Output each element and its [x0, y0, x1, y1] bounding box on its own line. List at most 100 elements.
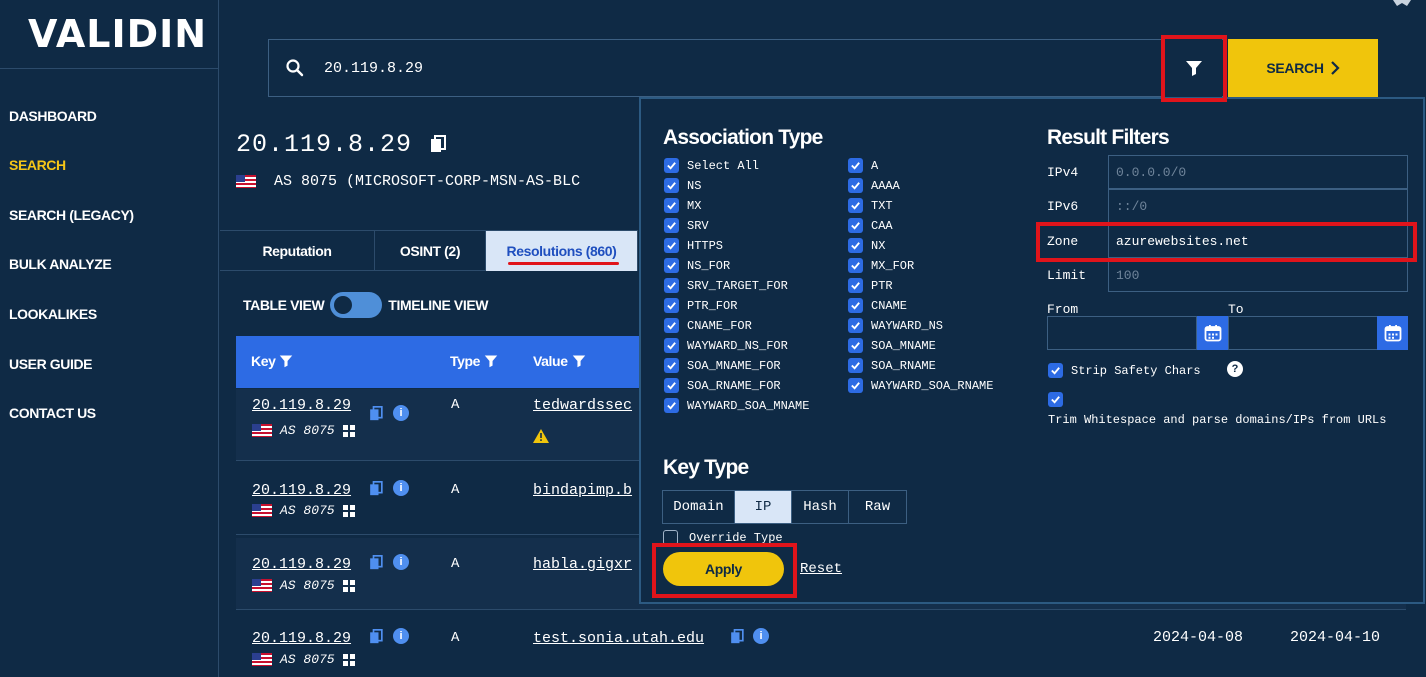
- copy-icon[interactable]: [369, 555, 383, 570]
- sidebar-item-dashboard[interactable]: DASHBOARD: [9, 108, 97, 124]
- assoc-checkbox-label: NX: [871, 238, 886, 253]
- assoc-checkbox-aaaa[interactable]: AAAA: [848, 178, 900, 193]
- copy-icon[interactable]: [730, 629, 744, 644]
- row-value-link[interactable]: bindapimp.b: [533, 482, 632, 499]
- copy-icon[interactable]: [369, 629, 383, 644]
- assoc-checkbox-https[interactable]: HTTPS: [664, 238, 723, 253]
- assoc-checkbox-wayward-soa-mname[interactable]: WAYWARD_SOA_MNAME: [664, 398, 809, 413]
- search-input[interactable]: [324, 57, 1144, 79]
- checkbox-checked-icon: [848, 198, 863, 213]
- to-calendar-button[interactable]: [1377, 316, 1408, 350]
- key-type-raw[interactable]: Raw: [849, 491, 906, 523]
- info-icon[interactable]: i: [393, 554, 409, 570]
- assoc-checkbox-wayward-soa-rname[interactable]: WAYWARD_SOA_RNAME: [848, 378, 993, 393]
- info-icon[interactable]: i: [393, 405, 409, 421]
- assoc-checkbox-soa-mname[interactable]: SOA_MNAME: [848, 338, 936, 353]
- row-value-link[interactable]: habla.gigxr: [533, 556, 632, 573]
- zone-input[interactable]: [1108, 224, 1408, 258]
- view-toggle-switch[interactable]: [330, 292, 383, 318]
- col-key-label: Key: [251, 353, 276, 369]
- us-flag-icon: [252, 579, 272, 592]
- assoc-checkbox-caa[interactable]: CAA: [848, 218, 893, 233]
- assoc-checkbox-ptr-for[interactable]: PTR_FOR: [664, 298, 737, 313]
- sidebar-item-search-legacy[interactable]: SEARCH (LEGACY): [9, 207, 134, 223]
- sidebar-item-lookalikes[interactable]: LOOKALIKES: [9, 306, 97, 322]
- copy-icon[interactable]: [430, 135, 447, 153]
- col-key[interactable]: Key: [251, 353, 293, 369]
- copy-icon[interactable]: [369, 406, 383, 421]
- result-as-info: AS 8075 (MICROSOFT-CORP-MSN-AS-BLC: [236, 173, 580, 190]
- assoc-checkbox-wayward-ns-for[interactable]: WAYWARD_NS_FOR: [664, 338, 788, 353]
- tab-resolutions[interactable]: Resolutions (860): [486, 231, 638, 271]
- assoc-checkbox-wayward-ns[interactable]: WAYWARD_NS: [848, 318, 943, 333]
- row-ip-link[interactable]: 20.119.8.29: [252, 630, 351, 647]
- assoc-checkbox-label: NS_FOR: [687, 258, 731, 273]
- assoc-checkbox-txt[interactable]: TXT: [848, 198, 893, 213]
- info-icon[interactable]: i: [393, 480, 409, 496]
- tab-reputation[interactable]: Reputation: [220, 231, 375, 271]
- key-type-selector: Domain IP Hash Raw: [662, 490, 907, 524]
- reset-link[interactable]: Reset: [800, 561, 842, 577]
- override-type-label: Override Type: [689, 530, 783, 545]
- assoc-checkbox-mx-for[interactable]: MX_FOR: [848, 258, 914, 273]
- ipv6-input[interactable]: [1108, 189, 1408, 223]
- row-value-link[interactable]: tedwardssec: [533, 397, 632, 414]
- assoc-checkbox-ns-for[interactable]: NS_FOR: [664, 258, 730, 273]
- sidebar-item-contact-us[interactable]: CONTACT US: [9, 405, 96, 421]
- search-button[interactable]: SEARCH: [1228, 39, 1378, 97]
- assoc-checkbox-a[interactable]: A: [848, 158, 878, 173]
- col-type[interactable]: Type: [450, 353, 498, 369]
- from-date-input[interactable]: [1047, 316, 1197, 350]
- ipv4-input[interactable]: [1108, 155, 1408, 189]
- assoc-checkbox-ptr[interactable]: PTR: [848, 278, 893, 293]
- row-ip-link[interactable]: 20.119.8.29: [252, 482, 351, 499]
- assoc-checkbox-ns[interactable]: NS: [664, 178, 701, 193]
- zone-label: Zone: [1047, 234, 1079, 249]
- validin-logo[interactable]: VALIDIN: [28, 12, 207, 56]
- to-date-input[interactable]: [1228, 316, 1378, 350]
- result-filters-title: Result Filters: [1047, 126, 1170, 149]
- filter-toggle-button[interactable]: [1164, 39, 1222, 97]
- bookmark-icon[interactable]: [1393, 0, 1411, 6]
- key-type-hash[interactable]: Hash: [792, 491, 849, 523]
- assoc-checkbox-nx[interactable]: NX: [848, 238, 885, 253]
- assoc-checkbox-soa-mname-for[interactable]: SOA_MNAME_FOR: [664, 358, 781, 373]
- sidebar-item-user-guide[interactable]: USER GUIDE: [9, 356, 93, 372]
- info-icon[interactable]: i: [753, 628, 769, 644]
- timeline-view-label: TIMELINE VIEW: [388, 297, 489, 313]
- key-type-ip[interactable]: IP: [735, 491, 792, 523]
- tab-resolutions-label: Resolutions (860): [506, 243, 617, 259]
- assoc-checkbox-label: HTTPS: [687, 238, 724, 253]
- info-icon[interactable]: i: [393, 628, 409, 644]
- row-ip-link[interactable]: 20.119.8.29: [252, 397, 351, 414]
- assoc-checkbox-cname-for[interactable]: CNAME_FOR: [664, 318, 752, 333]
- sidebar-item-bulk-analyze[interactable]: BULK ANALYZE: [9, 256, 112, 272]
- row-as: AS 8075: [252, 503, 355, 518]
- copy-icon[interactable]: [369, 481, 383, 496]
- tab-osint[interactable]: OSINT (2): [375, 231, 486, 271]
- row-type: A: [451, 556, 460, 572]
- filter-icon: [1185, 61, 1202, 76]
- assoc-checkbox-mx[interactable]: MX: [664, 198, 701, 213]
- assoc-checkbox-soa-rname[interactable]: SOA_RNAME: [848, 358, 936, 373]
- apply-button[interactable]: Apply: [663, 552, 784, 586]
- assoc-checkbox-select-all[interactable]: Select All: [664, 158, 759, 173]
- assoc-checkbox-srv[interactable]: SRV: [664, 218, 709, 233]
- row-value-link[interactable]: test.sonia.utah.edu: [533, 630, 704, 647]
- key-type-domain[interactable]: Domain: [663, 491, 735, 523]
- trim-whitespace-checkbox[interactable]: [1048, 392, 1071, 407]
- assoc-checkbox-srv-target-for[interactable]: SRV_TARGET_FOR: [664, 278, 788, 293]
- sidebar-item-search[interactable]: SEARCH: [9, 157, 66, 173]
- assoc-checkbox-cname[interactable]: CNAME: [848, 298, 907, 313]
- row-ip-link[interactable]: 20.119.8.29: [252, 556, 351, 573]
- to-label: To: [1228, 302, 1244, 317]
- override-type-checkbox[interactable]: Override Type: [663, 530, 783, 545]
- col-value[interactable]: Value: [533, 353, 586, 369]
- assoc-checkbox-label: WAYWARD_SOA_MNAME: [687, 398, 810, 413]
- limit-input[interactable]: [1108, 258, 1408, 292]
- strip-safety-checkbox[interactable]: Strip Safety Chars: [1048, 363, 1201, 378]
- assoc-checkbox-soa-rname-for[interactable]: SOA_RNAME_FOR: [664, 378, 781, 393]
- from-calendar-button[interactable]: [1197, 316, 1228, 350]
- checkbox-checked-icon: [848, 338, 863, 353]
- help-icon[interactable]: ?: [1227, 361, 1243, 377]
